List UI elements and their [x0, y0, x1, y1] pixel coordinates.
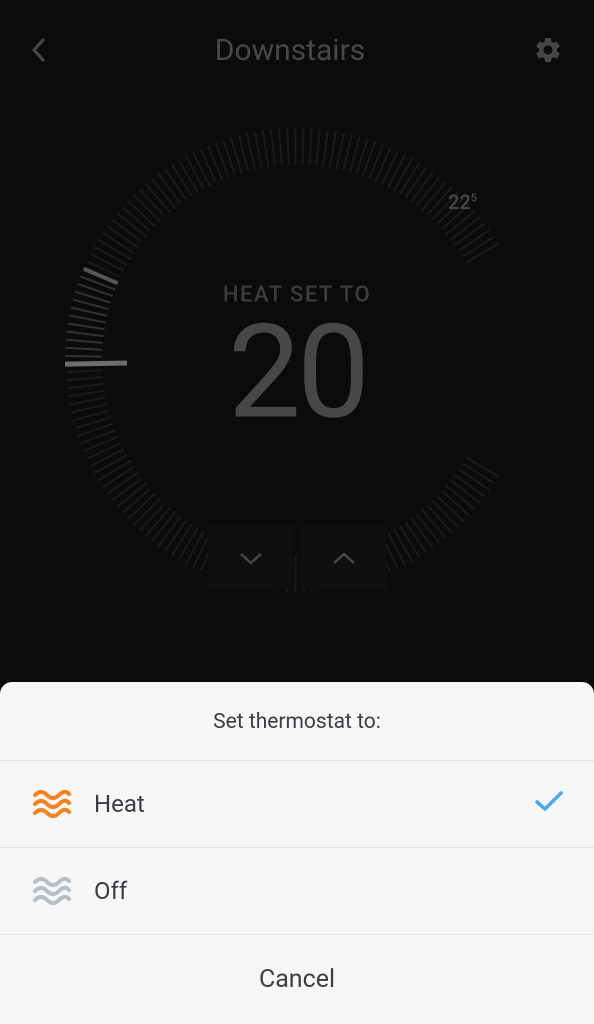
option-label: Off: [94, 877, 564, 905]
check-icon: [534, 789, 564, 819]
cancel-button[interactable]: Cancel: [0, 935, 594, 1024]
modal-title: Set thermostat to:: [0, 682, 594, 761]
mode-option-heat[interactable]: Heat: [0, 761, 594, 848]
off-icon: [30, 870, 72, 912]
heat-icon: [30, 783, 72, 825]
mode-option-off[interactable]: Off: [0, 848, 594, 935]
thermostat-mode-modal: Set thermostat to: Heat Off Cancel: [0, 682, 594, 1024]
option-label: Heat: [94, 790, 534, 818]
